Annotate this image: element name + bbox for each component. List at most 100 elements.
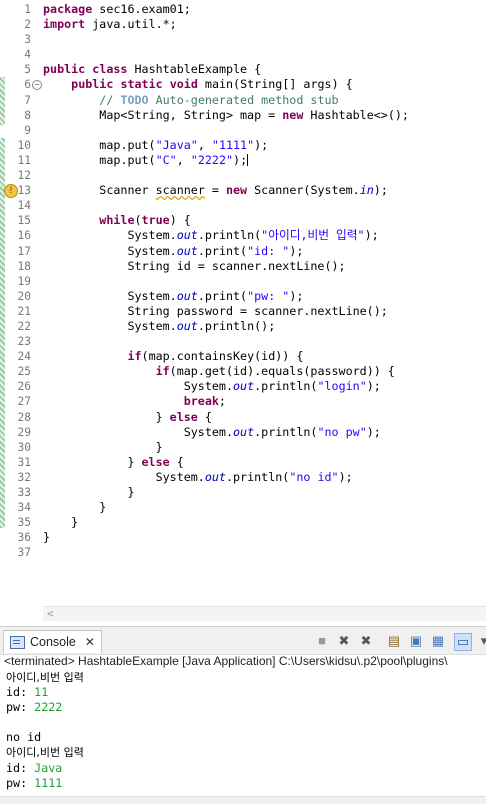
- line-number: 5: [24, 63, 31, 77]
- code-token: while: [99, 213, 135, 228]
- code-token: new: [225, 183, 248, 198]
- code-text: map.put("Java", "1111");: [43, 138, 268, 153]
- code-text: package sec16.exam01;: [43, 2, 191, 17]
- code-token: }: [43, 515, 79, 530]
- code-token: );: [254, 137, 269, 152]
- code-token: "no pw": [317, 424, 367, 439]
- line-number: 33: [17, 486, 31, 499]
- console-user-input: 2222: [34, 700, 63, 715]
- line-number: 15: [17, 214, 31, 228]
- code-token: class: [92, 62, 128, 77]
- code-token: import: [43, 17, 86, 32]
- code-token: ) {: [169, 213, 191, 228]
- code-token: .print(: [197, 288, 248, 303]
- code-token: .println(: [225, 469, 290, 484]
- horizontal-scrollbar[interactable]: <: [43, 606, 486, 621]
- code-token: .println(: [254, 424, 318, 439]
- code-token: {: [169, 454, 184, 469]
- code-token: (map.containsKey(id)) {: [141, 349, 304, 364]
- console-output[interactable]: 아이디,비번 입력 id: 11 pw: 2222 no id 아이디,비번 입력 id:…: [0, 670, 486, 796]
- code-token: System.: [43, 318, 177, 333]
- code-token: out: [176, 288, 198, 303]
- line-number: 34: [17, 501, 31, 515]
- code-token: System.: [43, 379, 233, 394]
- code-token: String password = scanner.nextLine();: [43, 303, 388, 318]
- console-tab-label: Console: [30, 635, 76, 649]
- line-number: 1: [24, 3, 31, 16]
- word-wrap-icon[interactable]: ▦: [430, 633, 446, 649]
- console-line: id: Java: [0, 761, 486, 776]
- code-text: String id = scanner.nextLine();: [43, 258, 346, 274]
- code-token: public: [43, 62, 86, 77]
- code-token: );: [289, 288, 304, 303]
- code-token: ,: [176, 152, 191, 167]
- remove-all-terminated-icon[interactable]: ✖: [358, 633, 374, 649]
- scroll-lock-icon[interactable]: ▣: [408, 633, 424, 649]
- clear-console-icon[interactable]: ▤: [386, 633, 402, 649]
- code-text: System.out.print("pw: ");: [43, 289, 303, 304]
- code-token: else: [141, 454, 170, 469]
- code-text: public static void main(String[] args) {: [43, 77, 353, 92]
- code-token: Scanner(System.: [247, 183, 360, 198]
- code-token: static: [120, 77, 163, 92]
- console-text: pw:: [6, 775, 35, 790]
- code-token: ,: [197, 137, 212, 152]
- code-token: );: [364, 228, 379, 243]
- code-token: out: [233, 424, 255, 439]
- code-token: "no id": [289, 469, 339, 484]
- line-number: 19: [17, 274, 31, 288]
- line-number: 31: [17, 455, 31, 469]
- code-token: );: [366, 424, 381, 439]
- remove-launch-icon[interactable]: ✖: [336, 633, 352, 649]
- code-text: }: [43, 515, 78, 530]
- scroll-left-icon[interactable]: <: [47, 607, 54, 621]
- code-token: .println(: [254, 379, 318, 394]
- code-text: }: [43, 500, 106, 515]
- code-token: scanner: [155, 183, 205, 198]
- console-text: pw:: [6, 700, 35, 715]
- console-text: 아이디,비번 입력: [6, 746, 84, 760]
- terminate-icon[interactable]: ■: [314, 633, 330, 649]
- fold-toggle-icon[interactable]: −: [32, 80, 42, 91]
- code-token: );: [289, 243, 304, 258]
- code-token: break: [183, 394, 219, 409]
- line-number: 28: [17, 410, 31, 424]
- code-text: // TODO Auto-generated method stub: [43, 92, 338, 108]
- code-text: System.out.println("no id");: [43, 470, 353, 485]
- code-token: "login": [317, 379, 367, 394]
- code-token: .println(: [197, 228, 262, 243]
- close-icon[interactable]: ✕: [85, 635, 95, 649]
- line-number: 22: [17, 319, 31, 333]
- code-token: "2222": [190, 152, 234, 167]
- code-token: (: [134, 213, 142, 228]
- code-token: map.put(: [43, 152, 156, 167]
- code-token: );: [366, 379, 381, 394]
- line-number: 7: [24, 93, 31, 107]
- line-number: 9: [24, 123, 31, 137]
- tab-console[interactable]: Console ✕: [3, 630, 102, 653]
- code-token: if: [155, 364, 170, 379]
- code-token: String id = scanner.nextLine();: [43, 258, 346, 273]
- line-number: 30: [17, 440, 31, 454]
- code-token: =: [204, 183, 226, 198]
- line-number: 2: [24, 18, 31, 32]
- show-console-icon[interactable]: ▭: [454, 633, 472, 651]
- code-token: //: [43, 92, 121, 107]
- text-caret: [247, 154, 249, 167]
- code-token: package: [43, 2, 93, 16]
- console-text: no id: [6, 730, 42, 745]
- code-token: .println();: [197, 318, 276, 333]
- code-text: System.out.println();: [43, 319, 275, 334]
- line-number: 24: [17, 350, 31, 364]
- console-user-input: 11: [34, 685, 49, 700]
- code-token: System.: [43, 228, 177, 243]
- pin-console-icon[interactable]: ▾: [476, 633, 486, 649]
- line-number: 36: [17, 531, 31, 545]
- code-token: if: [127, 349, 142, 364]
- code-editor[interactable]: 1 package sec16.exam01; 2 import java.util.…: [0, 0, 486, 622]
